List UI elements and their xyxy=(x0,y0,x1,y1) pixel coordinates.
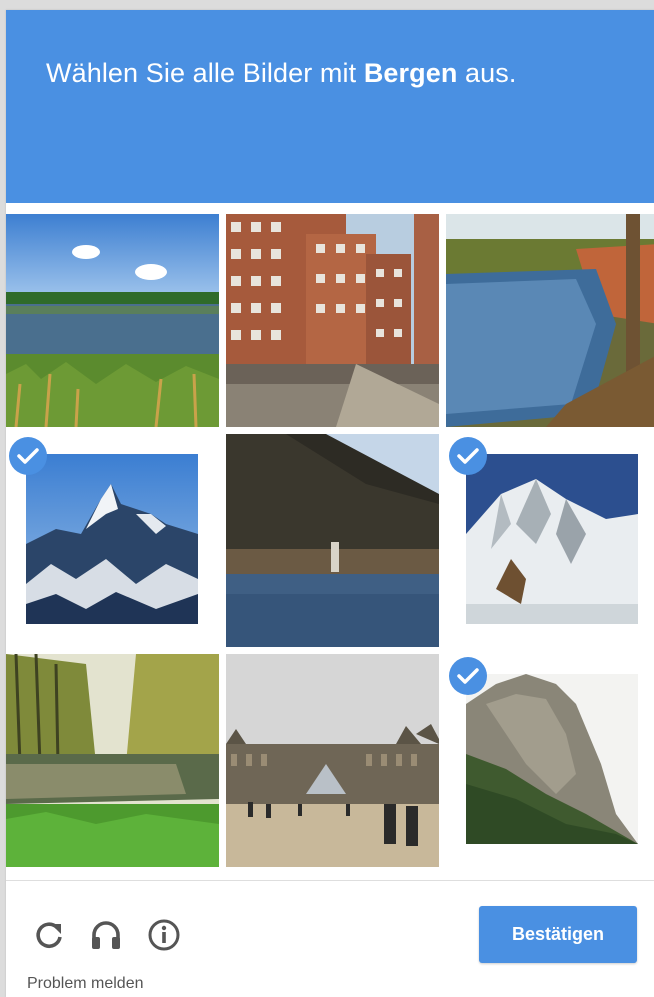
captcha-instruction: Wählen Sie alle Bilder mit Bergen aus. xyxy=(46,56,517,90)
image-tile-1[interactable] xyxy=(6,214,219,427)
tile-image-river-spring-trees xyxy=(6,654,219,867)
image-tile-4[interactable] xyxy=(6,434,219,647)
image-grid xyxy=(6,214,654,880)
reload-icon[interactable] xyxy=(32,918,66,952)
info-icon[interactable] xyxy=(147,918,181,952)
image-tile-3[interactable] xyxy=(446,214,654,427)
tile-image-snowy-jagged-peaks xyxy=(26,454,198,624)
tile-image-apartment-building xyxy=(226,214,439,427)
selected-check-icon xyxy=(9,437,47,475)
image-tile-9[interactable] xyxy=(446,654,654,867)
image-tile-7[interactable] xyxy=(6,654,219,867)
captcha-widget: Wählen Sie alle Bilder mit Bergen aus. P… xyxy=(6,10,654,997)
tile-image-lake-meadow xyxy=(6,214,219,427)
captcha-header: Wählen Sie alle Bilder mit Bergen aus. xyxy=(6,10,654,203)
tile-image-louvre-courtyard xyxy=(226,654,439,867)
tile-image-snowy-mountain-hut xyxy=(466,454,638,624)
image-tile-2[interactable] xyxy=(226,214,439,427)
instruction-prefix: Wählen Sie alle Bilder mit xyxy=(46,58,364,88)
image-tile-8[interactable] xyxy=(226,654,439,867)
instruction-suffix: aus. xyxy=(457,58,517,88)
instruction-keyword: Bergen xyxy=(363,58,458,88)
selected-check-icon xyxy=(449,437,487,475)
verify-button[interactable]: Bestätigen xyxy=(479,906,637,963)
image-tile-6[interactable] xyxy=(446,434,654,647)
headphones-icon[interactable] xyxy=(89,918,123,952)
image-tile-5[interactable] xyxy=(226,434,439,647)
tile-image-hill-lake-lighthouse xyxy=(226,434,439,647)
footer-divider xyxy=(6,880,654,881)
tile-image-rocky-cliff xyxy=(466,674,638,844)
report-problem-link[interactable]: Problem melden xyxy=(27,975,144,993)
tile-image-pond-autumn-tree xyxy=(446,214,654,427)
selected-check-icon xyxy=(449,657,487,695)
